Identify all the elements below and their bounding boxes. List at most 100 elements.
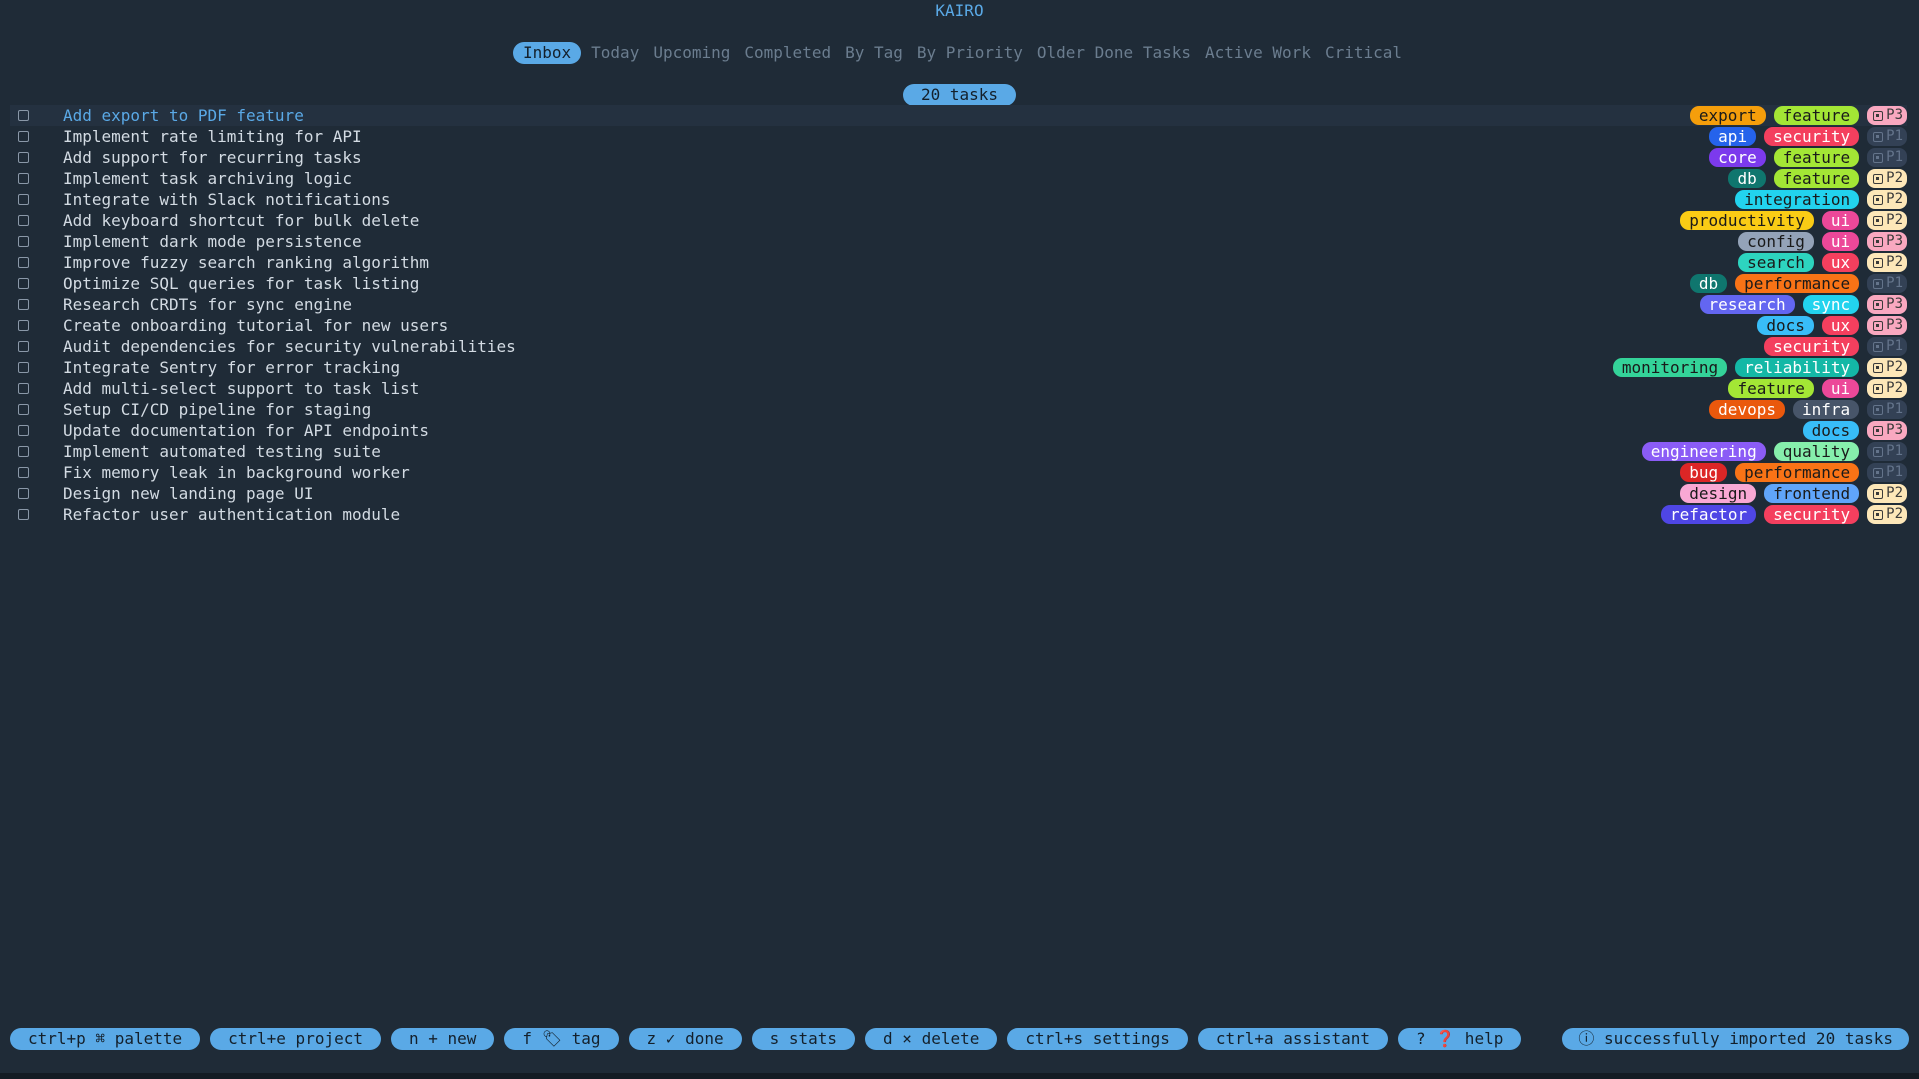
app-title: KAIRO (935, 1, 984, 20)
task-row[interactable]: Create onboarding tutorial for new users… (10, 315, 1907, 336)
task-row[interactable]: Implement rate limiting for API api securi… (10, 126, 1907, 147)
tag-badge-performance: performance (1735, 463, 1860, 482)
task-checkbox[interactable] (18, 257, 29, 268)
priority-badge: P2 (1867, 505, 1907, 524)
task-row[interactable]: Research CRDTs for sync engine research sy… (10, 294, 1907, 315)
task-checkbox[interactable] (18, 467, 29, 478)
task-row[interactable]: Add multi-select support to task list fea… (10, 378, 1907, 399)
tag-badge-performance: performance (1735, 274, 1860, 293)
task-tags: monitoring reliability P2 (1605, 357, 1907, 378)
priority-badge: P2 (1867, 253, 1907, 272)
task-row[interactable]: Improve fuzzy search ranking algorithm se… (10, 252, 1907, 273)
key-project-button[interactable]: ctrl+e project (210, 1028, 381, 1050)
tag-badge-feature: feature (1773, 106, 1860, 125)
task-title: Add support for recurring tasks (63, 148, 362, 167)
task-checkbox[interactable] (18, 404, 29, 415)
task-row[interactable]: Implement automated testing suite enginee… (10, 441, 1907, 462)
task-row[interactable]: Refactor user authentication module refac… (10, 504, 1907, 525)
key-delete-button[interactable]: d × delete (865, 1028, 998, 1050)
task-checkbox[interactable] (18, 194, 29, 205)
tag-badge-reliability: reliability (1735, 358, 1860, 377)
task-title: Integrate Sentry for error tracking (63, 358, 401, 377)
task-title: Integrate with Slack notifications (63, 190, 391, 209)
task-checkbox[interactable] (18, 131, 29, 142)
task-checkbox[interactable] (18, 236, 29, 247)
priority-icon (1873, 278, 1884, 289)
task-tags: bug performance P1 (1672, 462, 1907, 483)
task-checkbox[interactable] (18, 425, 29, 436)
priority-icon (1873, 467, 1884, 478)
tab-by-priority[interactable]: By Priority (913, 42, 1027, 64)
tag-badge-api: api (1709, 127, 1757, 146)
task-checkbox[interactable] (18, 488, 29, 499)
tab-today[interactable]: Today (587, 42, 643, 64)
tag-badge-db: db (1689, 274, 1728, 293)
tab-critical[interactable]: Critical (1321, 42, 1406, 64)
task-row[interactable]: Update documentation for API endpoints do… (10, 420, 1907, 441)
tab-upcoming[interactable]: Upcoming (649, 42, 734, 64)
task-count-wrap: 20 tasks (0, 84, 1919, 106)
task-row[interactable]: Implement task archiving logic db feature P… (10, 168, 1907, 189)
task-tags: productivity ui P2 (1672, 210, 1907, 231)
tag-badge-core: core (1709, 148, 1766, 167)
task-row[interactable]: Add support for recurring tasks core featu… (10, 147, 1907, 168)
task-title: Setup CI/CD pipeline for staging (63, 400, 372, 419)
tag-badge-ui: ui (1821, 232, 1860, 251)
task-row[interactable]: Optimize SQL queries for task listing db p… (10, 273, 1907, 294)
task-checkbox[interactable] (18, 341, 29, 352)
tag-badge-infra: infra (1792, 400, 1860, 419)
tag-badge-ux: ux (1821, 253, 1860, 272)
priority-label: P3 (1886, 107, 1903, 123)
tag-badge-frontend: frontend (1764, 484, 1860, 503)
priority-icon (1873, 404, 1884, 415)
key-tag-button[interactable]: f 🏷 tag (504, 1028, 619, 1050)
task-checkbox[interactable] (18, 509, 29, 520)
task-checkbox[interactable] (18, 173, 29, 184)
key-stats-button[interactable]: s stats (751, 1028, 856, 1050)
key-done-button[interactable]: z ✓ done (628, 1028, 742, 1050)
key-assistant-button[interactable]: ctrl+a assistant (1197, 1028, 1388, 1050)
task-row[interactable]: Implement dark mode persistence config ui P… (10, 231, 1907, 252)
task-checkbox[interactable] (18, 383, 29, 394)
task-row[interactable]: Fix memory leak in background worker bug p… (10, 462, 1907, 483)
task-row[interactable]: Add keyboard shortcut for bulk delete pro… (10, 210, 1907, 231)
tag-badge-integration: integration (1735, 190, 1860, 209)
keybinding-bar: ctrl+p ⌘ palette ctrl+e project n + new f 🏷… (10, 1028, 1531, 1050)
task-row[interactable]: Integrate with Slack notifications integr… (10, 189, 1907, 210)
task-checkbox[interactable] (18, 362, 29, 373)
tab-completed[interactable]: Completed (740, 42, 835, 64)
priority-label: P1 (1886, 275, 1903, 291)
tab-active-work[interactable]: Active Work (1201, 42, 1315, 64)
task-row[interactable]: Add export to PDF feature export feature P3 (10, 105, 1907, 126)
priority-badge: P2 (1867, 211, 1907, 230)
task-tags: integration P2 (1727, 189, 1907, 210)
task-checkbox[interactable] (18, 215, 29, 226)
priority-label: P1 (1886, 401, 1903, 417)
task-checkbox[interactable] (18, 278, 29, 289)
tab-inbox[interactable]: Inbox (512, 42, 582, 64)
priority-icon (1873, 341, 1884, 352)
task-row[interactable]: Audit dependencies for security vulnerab… (10, 336, 1907, 357)
key-settings-button[interactable]: ctrl+s settings (1007, 1028, 1188, 1050)
key-help-button[interactable]: ? ❓ help (1397, 1028, 1522, 1050)
priority-label: P3 (1886, 317, 1903, 333)
task-checkbox[interactable] (18, 320, 29, 331)
key-palette-button[interactable]: ctrl+p ⌘ palette (10, 1028, 201, 1050)
priority-icon (1873, 152, 1884, 163)
task-row[interactable]: Integrate Sentry for error tracking monit… (10, 357, 1907, 378)
task-checkbox[interactable] (18, 110, 29, 121)
task-checkbox[interactable] (18, 299, 29, 310)
key-new-button[interactable]: n + new (390, 1028, 495, 1050)
tag-badge-sync: sync (1802, 295, 1860, 314)
task-tags: design frontend P2 (1672, 483, 1907, 504)
priority-badge: P3 (1867, 421, 1907, 440)
tag-badge-ui: ui (1821, 211, 1860, 230)
priority-icon (1873, 131, 1884, 142)
task-row[interactable]: Design new landing page UI design frontend… (10, 483, 1907, 504)
tab-older-done-tasks[interactable]: Older Done Tasks (1033, 42, 1195, 64)
task-row[interactable]: Setup CI/CD pipeline for staging devops in… (10, 399, 1907, 420)
task-title: Research CRDTs for sync engine (63, 295, 352, 314)
task-checkbox[interactable] (18, 446, 29, 457)
tab-by-tag[interactable]: By Tag (841, 42, 907, 64)
task-checkbox[interactable] (18, 152, 29, 163)
